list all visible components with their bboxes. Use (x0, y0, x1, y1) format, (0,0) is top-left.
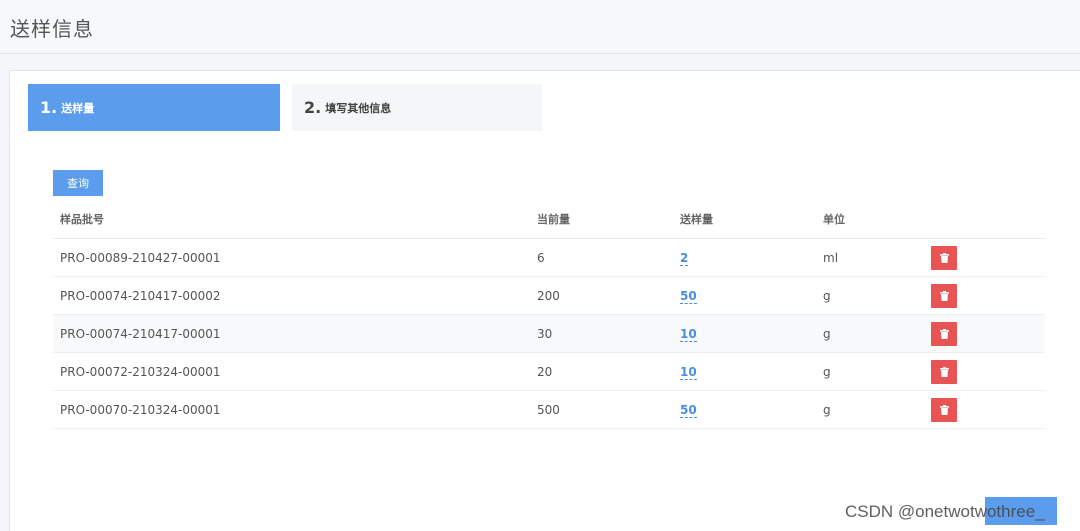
sent-editable[interactable]: 50 (680, 403, 697, 418)
trash-icon (939, 367, 949, 377)
page-title: 送样信息 (10, 17, 94, 41)
delete-button[interactable] (931, 246, 957, 270)
page-header: 送样信息 (0, 0, 1080, 54)
batch-cell: PRO-00074-210417-00002 (60, 289, 221, 303)
header-current: 当前量 (537, 213, 570, 226)
step-2-tab[interactable]: 2. 填写其他信息 (292, 84, 542, 131)
sample-table: 样品批号 当前量 送样量 单位 PRO-00089-210427-00001 6… (53, 201, 1045, 429)
unit-cell: g (823, 327, 831, 341)
delete-button[interactable] (931, 360, 957, 384)
trash-icon (939, 253, 949, 263)
table-row: PRO-00070-210324-00001 500 50 g (53, 391, 1045, 429)
step-number: 2. (304, 98, 322, 117)
sent-cell: 10 (680, 315, 697, 353)
table-row: PRO-00074-210417-00002 200 50 g (53, 277, 1045, 315)
header-unit: 单位 (823, 213, 845, 226)
step-label: 送样量 (61, 101, 95, 115)
delete-button[interactable] (931, 322, 957, 346)
trash-icon (939, 291, 949, 301)
batch-cell: PRO-00074-210417-00001 (60, 327, 221, 341)
table-row: PRO-00072-210324-00001 20 10 g (53, 353, 1045, 391)
unit-cell: g (823, 289, 831, 303)
delete-button[interactable] (931, 284, 957, 308)
current-cell: 30 (537, 327, 553, 341)
sent-editable[interactable]: 50 (680, 289, 697, 304)
step-1-tab[interactable]: 1. 送样量 (28, 84, 280, 131)
table-header: 样品批号 当前量 送样量 单位 (53, 201, 1045, 239)
trash-icon (939, 329, 949, 339)
table-row: PRO-00089-210427-00001 6 2 ml (53, 239, 1045, 277)
sent-cell: 50 (680, 277, 697, 315)
header-batch: 样品批号 (60, 213, 104, 226)
batch-cell: PRO-00072-210324-00001 (60, 365, 221, 379)
sent-editable[interactable]: 10 (680, 365, 697, 380)
step-label: 填写其他信息 (325, 101, 392, 115)
sent-editable[interactable]: 10 (680, 327, 697, 342)
sent-cell: 10 (680, 353, 697, 391)
current-cell: 6 (537, 251, 545, 265)
unit-cell: ml (823, 251, 839, 265)
unit-cell: g (823, 403, 831, 417)
step-number: 1. (40, 98, 58, 117)
trash-icon (939, 405, 949, 415)
query-button[interactable]: 查询 (53, 170, 103, 196)
unit-cell: g (823, 365, 831, 379)
header-sent: 送样量 (680, 213, 713, 226)
current-cell: 500 (537, 403, 560, 417)
sent-cell: 50 (680, 391, 697, 429)
watermark: CSDN @onetwotwothree_ (845, 502, 1045, 521)
sent-cell: 2 (680, 239, 689, 277)
batch-cell: PRO-00089-210427-00001 (60, 251, 221, 265)
current-cell: 20 (537, 365, 553, 379)
current-cell: 200 (537, 289, 560, 303)
table-row: PRO-00074-210417-00001 30 10 g (53, 315, 1045, 353)
batch-cell: PRO-00070-210324-00001 (60, 403, 221, 417)
sent-editable[interactable]: 2 (680, 251, 689, 266)
delete-button[interactable] (931, 398, 957, 422)
content-card: 1. 送样量 2. 填写其他信息 查询 样品批号 当前量 送样量 单位 PRO-… (9, 70, 1080, 531)
